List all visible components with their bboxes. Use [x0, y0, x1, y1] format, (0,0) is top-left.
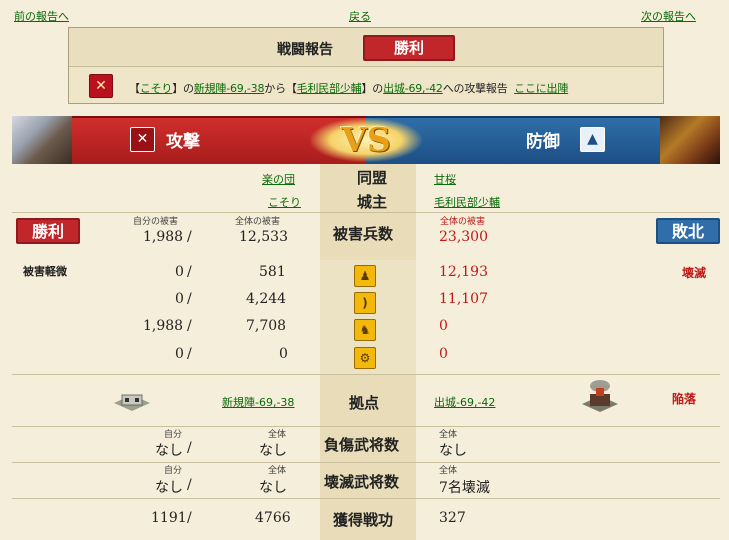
- destroyed-own-label: 自分: [164, 466, 183, 476]
- defender-loss-label: 全体の被害: [440, 217, 486, 227]
- lord-label: 城主: [357, 193, 388, 211]
- attacker-base-link[interactable]: 新規陣-69,-38: [222, 394, 294, 410]
- attack-label: 攻撃: [166, 132, 200, 152]
- destroyed-total-label: 全体: [268, 466, 287, 476]
- report-summary-row: ✕ 【こそり】の新規陣-69,-38から【毛利民部少輔】の出城-69,-42への…: [69, 67, 663, 104]
- crossed-swords-icon: ✕: [89, 74, 113, 98]
- unit-total: 7,708: [246, 318, 287, 334]
- destroyed-label: 壊滅武将数: [324, 473, 400, 491]
- destroyed-defender-label: 全体: [439, 466, 458, 476]
- destroyed-own: なし: [155, 480, 183, 496]
- unit-defender: 0: [439, 346, 448, 362]
- destroyed-total: なし: [259, 480, 287, 496]
- defender-total-loss: 23,300: [439, 229, 488, 245]
- defender-base-status: 陥落: [672, 392, 697, 406]
- report-suffix: への攻撃報告: [442, 82, 508, 95]
- text-kara: から【: [264, 82, 297, 95]
- wounded-own-label: 自分: [164, 430, 183, 440]
- from-base-link[interactable]: 新規陣-69,-38: [194, 82, 265, 95]
- slash: /: [187, 346, 192, 362]
- unit-defender: 12,193: [439, 264, 488, 280]
- attacker-total-loss: 12,533: [239, 229, 288, 245]
- attacker-camp-icon: [110, 387, 154, 413]
- defender-name-link[interactable]: 毛利民部少輔: [297, 82, 362, 95]
- spear-icon: ♟: [354, 265, 376, 287]
- merit-own: 1191: [151, 510, 187, 526]
- unit-total: 581: [259, 264, 286, 280]
- attacker-result-badge: 勝利: [16, 218, 80, 244]
- report-header: 戦闘報告 勝利 ✕ 【こそり】の新規陣-69,-38から【毛利民部少輔】の出城-…: [68, 27, 664, 104]
- prev-report-link[interactable]: 前の報告へ: [14, 8, 69, 24]
- vs-banner: ✕ 攻撃 防御 ▲ VS: [12, 116, 720, 164]
- attacker-own-loss: 1,988: [143, 229, 184, 245]
- slash: /: [187, 477, 192, 493]
- defense-label: 防御: [526, 132, 560, 152]
- sortie-link[interactable]: ここに出陣: [514, 82, 568, 95]
- wounded-total-label: 全体: [268, 430, 287, 440]
- back-link[interactable]: 戻る: [349, 8, 371, 24]
- slash: /: [187, 440, 192, 456]
- merit-total: 4766: [255, 510, 291, 526]
- attacker-note: 被害軽微: [23, 265, 67, 278]
- own-loss-label: 自分の被害: [133, 217, 179, 227]
- attacker-lord-link[interactable]: こそり: [268, 194, 301, 210]
- merit-label: 獲得戦功: [333, 511, 394, 529]
- slash: /: [187, 264, 192, 280]
- result-badge: 勝利: [363, 35, 455, 61]
- unit-total: 0: [279, 346, 288, 362]
- unit-own: 0: [175, 264, 184, 280]
- bow-icon: ): [354, 292, 376, 314]
- slash: /: [187, 229, 192, 245]
- to-base-link[interactable]: 出城-69,-42: [383, 82, 443, 95]
- defender-note: 壊滅: [682, 266, 707, 280]
- destroyed-defender: 7名壊滅: [439, 480, 490, 496]
- losses-label: 被害兵数: [333, 225, 394, 243]
- wounded-total: なし: [259, 443, 287, 459]
- wounded-own: なし: [155, 443, 183, 459]
- merit-defender: 327: [439, 510, 466, 526]
- unit-own: 0: [175, 346, 184, 362]
- vs-emblem: VS: [310, 118, 422, 162]
- total-loss-label: 全体の被害: [235, 217, 281, 227]
- text-no: 】の: [172, 82, 194, 95]
- attacker-portrait: [12, 116, 72, 164]
- defender-base-link[interactable]: 出城-69,-42: [434, 394, 495, 410]
- defense-helmet-icon: ▲: [580, 127, 605, 152]
- defender-alliance-link[interactable]: 甘桜: [434, 171, 456, 187]
- slash: /: [187, 510, 192, 526]
- slash: /: [187, 291, 192, 307]
- attack-swords-icon: ✕: [130, 127, 155, 152]
- horse-icon: ♞: [354, 319, 376, 341]
- slash: /: [187, 318, 192, 334]
- bracket-open: 【: [129, 82, 140, 95]
- unit-own: 0: [175, 291, 184, 307]
- unit-own: 1,988: [143, 318, 184, 334]
- attacker-alliance-link[interactable]: 楽の団: [262, 171, 295, 187]
- defender-lord-link[interactable]: 毛利民部少輔: [434, 194, 500, 210]
- wounded-defender-label: 全体: [439, 430, 458, 440]
- report-line: 【こそり】の新規陣-69,-38から【毛利民部少輔】の出城-69,-42への攻撃…: [129, 80, 568, 96]
- text-no2: 】の: [361, 82, 384, 95]
- unit-defender: 0: [439, 318, 448, 334]
- siege-icon: ⚙: [354, 347, 376, 369]
- unit-defender: 11,107: [439, 291, 488, 307]
- wounded-defender: なし: [439, 443, 467, 459]
- defender-portrait: [660, 116, 720, 164]
- battle-panel: ✕ 攻撃 防御 ▲ VS 同盟 楽の団 甘桜 城主 こそり 毛利民部少輔 勝利 …: [12, 116, 720, 540]
- wounded-label: 負傷武将数: [324, 436, 400, 454]
- fallen-castle-icon: [578, 378, 622, 414]
- next-report-link[interactable]: 次の報告へ: [641, 8, 696, 24]
- report-title-row: 戦闘報告 勝利: [69, 28, 663, 67]
- base-label: 拠点: [349, 394, 380, 412]
- attacker-name-link[interactable]: こそり: [140, 82, 173, 95]
- page-title: 戦闘報告: [277, 42, 333, 58]
- defender-result-badge: 敗北: [656, 218, 720, 244]
- unit-total: 4,244: [246, 291, 287, 307]
- alliance-label: 同盟: [357, 169, 388, 187]
